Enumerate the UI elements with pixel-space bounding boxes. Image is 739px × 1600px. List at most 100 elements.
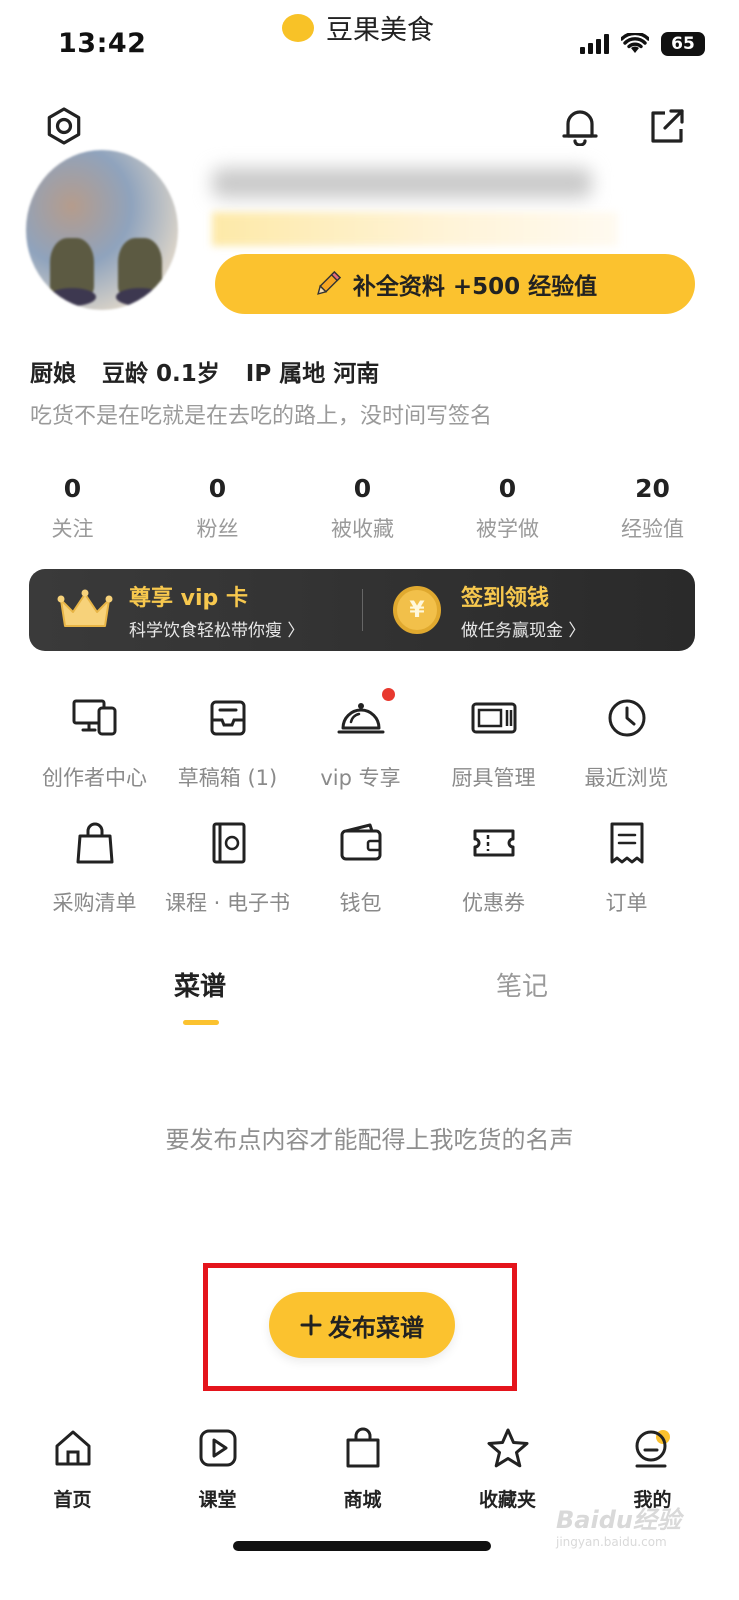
oven-icon [471, 702, 516, 734]
grid-item-shopping-list[interactable]: 采购清单 [28, 817, 161, 917]
grid-label: 创作者中心 [42, 766, 147, 790]
stat-label: 关注 [51, 517, 94, 541]
watermark-brand: Baidu经验 [556, 1506, 681, 1534]
profile-icon [635, 1430, 670, 1468]
grid-label: 厨具管理 [451, 766, 536, 790]
watermark: Baidu经验 jingyan.baidu.com [556, 1500, 681, 1549]
grid-label: vip 专享 [320, 766, 401, 790]
tab-active-indicator [183, 1020, 219, 1025]
nav-label: 首页 [53, 1489, 92, 1511]
complete-profile-button[interactable]: 补全资料 +500 经验值 [215, 254, 695, 314]
home-indicator[interactable] [233, 1541, 491, 1551]
content-tabs: 菜谱 笔记 [0, 966, 739, 1036]
tab-notes[interactable]: 笔记 [496, 966, 548, 1003]
tab-recipes[interactable]: 菜谱 [174, 966, 226, 1003]
stat-value: 0 [498, 474, 517, 503]
stat-value: 20 [635, 474, 670, 503]
username-blurred [212, 168, 592, 198]
stat-following[interactable]: 0 关注 [0, 474, 145, 543]
checkin-subtitle: 做任务赢现金 〉 [461, 620, 586, 641]
grid-item-kitchenware[interactable]: 厨具管理 [427, 692, 560, 792]
stat-label: 经验值 [621, 517, 684, 541]
grid-item-orders[interactable]: 订单 [560, 817, 693, 917]
creator-icon [72, 699, 116, 736]
grid-label: 课程 · 电子书 [164, 891, 291, 915]
empty-state-message: 要发布点内容才能配得上我吃货的名声 [165, 1126, 574, 1154]
vip-banner: 尊享 vip 卡 科学饮食轻松带你瘦 〉 ¥ 签到领钱 做任务赢现金 〉 [29, 569, 695, 651]
vip-subtitle: 科学饮食轻松带你瘦 〉 [129, 620, 305, 641]
coin-icon: ¥ [393, 586, 441, 634]
grid-label: 订单 [605, 891, 648, 915]
nav-home[interactable]: 首页 [0, 1405, 145, 1525]
share-external-icon [651, 109, 684, 143]
stat-label: 被学做 [476, 517, 539, 541]
nav-classroom[interactable]: 课堂 [145, 1405, 290, 1525]
grid-item-coupons[interactable]: 优惠券 [427, 817, 560, 917]
grid-item-vip-exclusive[interactable]: vip 专享 [294, 688, 427, 792]
receipt-icon [610, 822, 643, 864]
wifi-icon [621, 33, 649, 53]
shopping-bag-icon [346, 1427, 379, 1468]
grid-label: 钱包 [339, 891, 382, 915]
grid-item-wallet[interactable]: 钱包 [294, 817, 427, 917]
home-icon [55, 1430, 90, 1466]
ebook-icon [212, 822, 245, 864]
star-icon [487, 1428, 528, 1468]
profile-meta: 厨娘 豆龄 0.1岁 IP 属地 河南 [30, 354, 379, 388]
pencil-icon [316, 270, 341, 295]
grid-label: 优惠券 [462, 891, 525, 915]
wallet-icon [340, 823, 381, 861]
vip-title: 尊享 vip 卡 [129, 585, 248, 611]
checkin-entry[interactable]: ¥ 签到领钱 做任务赢现金 〉 [393, 569, 683, 651]
grid-item-recently-viewed[interactable]: 最近浏览 [560, 692, 693, 792]
feature-grid-row-2: 采购清单 课程 · 电子书 钱包 优惠券 订单 [28, 817, 708, 917]
play-icon [199, 1429, 236, 1467]
gear-icon [47, 107, 81, 145]
status-bar: 13:42 豆果美食 65 [0, 0, 739, 90]
profile-ip-location: IP 属地 河南 [245, 361, 380, 387]
grid-label: 草稿箱 (1) [177, 766, 278, 790]
app-logo-icon [282, 13, 314, 42]
level-badge-blurred [212, 212, 618, 246]
drafts-icon [210, 700, 245, 736]
plus-icon [300, 1314, 322, 1336]
stat-favorited[interactable]: 0 被收藏 [290, 474, 435, 543]
nav-mall[interactable]: 商城 [290, 1405, 435, 1525]
nav-label: 课堂 [198, 1489, 237, 1511]
feature-grid-row-1: 创作者中心 草稿箱 (1) vip 专享 厨具管理 最近浏览 [28, 688, 708, 792]
stats-row: 0 关注 0 粉丝 0 被收藏 0 被学做 20 经验值 [0, 474, 739, 543]
crown-icon [57, 589, 113, 627]
grid-item-courses-ebooks[interactable]: 课程 · 电子书 [161, 817, 294, 917]
clock-icon [608, 699, 645, 737]
app-name: 豆果美食 [326, 15, 434, 46]
system-icons: 65 [580, 32, 705, 56]
profile-role: 厨娘 [30, 361, 76, 387]
banner-divider [362, 589, 363, 631]
notification-dot [382, 688, 395, 701]
watermark-url: jingyan.baidu.com [556, 1535, 667, 1549]
stat-followers[interactable]: 0 粉丝 [145, 474, 290, 543]
nav-label: 商城 [343, 1489, 382, 1511]
grid-label: 最近浏览 [584, 766, 669, 790]
notifications-button[interactable] [558, 104, 602, 148]
vip-card-entry[interactable]: 尊享 vip 卡 科学饮食轻松带你瘦 〉 [57, 569, 357, 651]
stat-cooked-by-others[interactable]: 0 被学做 [435, 474, 580, 543]
stat-experience[interactable]: 20 经验值 [580, 474, 725, 543]
status-time: 13:42 [58, 28, 147, 59]
publish-recipe-label: 发布菜谱 [328, 1313, 424, 1342]
publish-recipe-button[interactable]: 发布菜谱 [269, 1292, 455, 1358]
grid-item-creator-center[interactable]: 创作者中心 [28, 692, 161, 792]
avatar[interactable] [26, 150, 178, 310]
stat-value: 0 [208, 474, 227, 503]
profile-signature: 吃货不是在吃就是在去吃的路上，没时间写签名 [30, 404, 493, 429]
app-indicator: 豆果美食 [282, 8, 434, 47]
cloche-icon [337, 703, 384, 734]
profile-age: 豆龄 0.1岁 [102, 361, 220, 387]
cellular-signal-icon [580, 34, 609, 54]
grid-item-drafts[interactable]: 草稿箱 (1) [161, 692, 294, 792]
stat-label: 被收藏 [331, 517, 394, 541]
checkin-title: 签到领钱 [461, 585, 550, 611]
settings-button[interactable] [42, 104, 86, 148]
share-button[interactable] [645, 104, 689, 148]
coupon-icon [473, 829, 514, 857]
